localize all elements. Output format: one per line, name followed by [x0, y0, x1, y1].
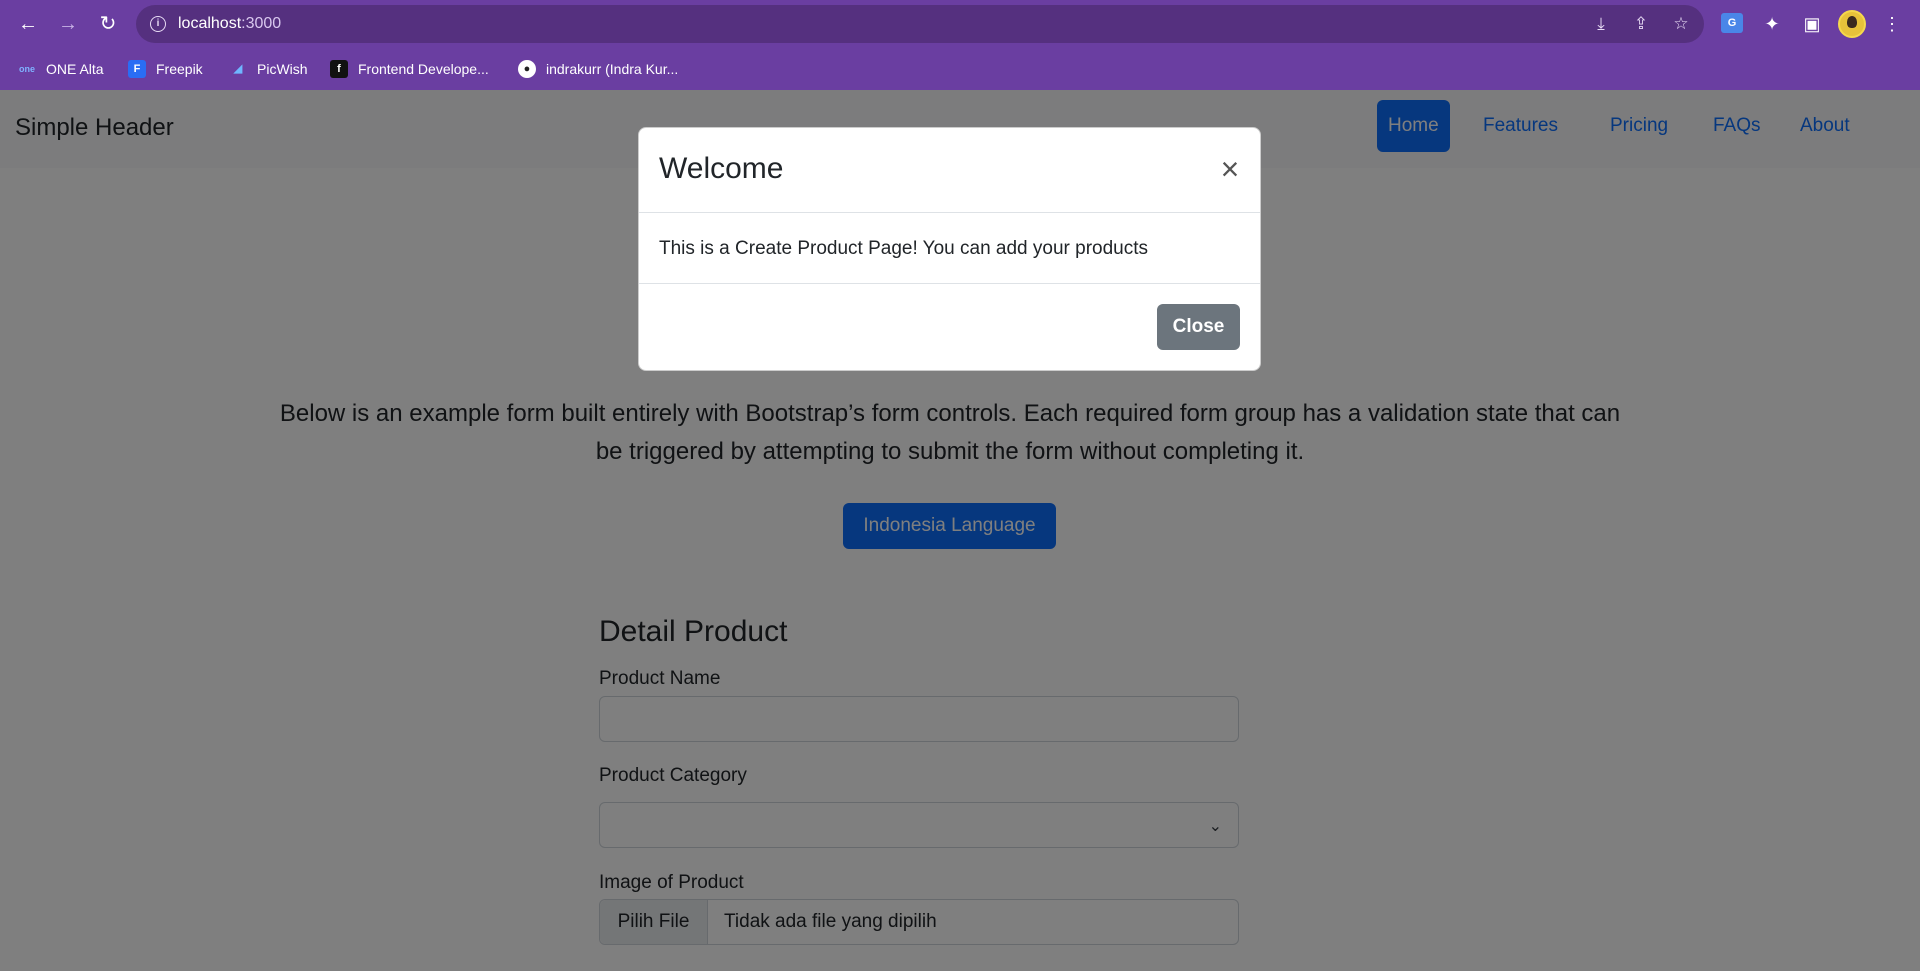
bookmark-frontend[interactable]: f Frontend Develope... [330, 58, 489, 80]
modal-title: Welcome [659, 152, 784, 185]
close-button[interactable]: Close [1157, 304, 1240, 350]
extensions-icon[interactable]: ✦ [1760, 12, 1784, 36]
bookmark-picwish[interactable]: ◢ PicWish [229, 58, 308, 80]
modal-header: Welcome × [639, 128, 1260, 213]
profile-avatar[interactable] [1838, 10, 1866, 38]
browser-chrome: ← → ↻ i localhost:3000 ⤓ ⇪ ☆ G ✦ ▣ ⋮ one… [0, 0, 1920, 90]
bookmark-star-icon[interactable]: ☆ [1670, 13, 1692, 35]
share-icon[interactable]: ⇪ [1630, 13, 1652, 35]
forward-icon[interactable]: → [54, 10, 82, 38]
github-icon: ● [518, 60, 536, 78]
reload-icon[interactable]: ↻ [94, 10, 122, 38]
modal-body-text: This is a Create Product Page! You can a… [659, 238, 1149, 259]
site-info-icon[interactable]: i [150, 16, 166, 32]
menu-kebab-icon[interactable]: ⋮ [1880, 12, 1904, 36]
bookmark-one-alta[interactable]: one ONE Alta [18, 58, 104, 80]
google-translate-icon[interactable]: G [1721, 13, 1743, 33]
bookmark-github[interactable]: ● indrakurr (Indra Kur... [518, 58, 678, 80]
url-text[interactable]: localhost:3000 [178, 15, 281, 33]
modal-footer: Close [639, 283, 1260, 371]
welcome-modal: Welcome × This is a Create Product Page!… [638, 127, 1261, 371]
close-icon[interactable]: × [1216, 153, 1244, 185]
side-panel-icon[interactable]: ▣ [1800, 12, 1824, 36]
browser-toolbar: ← → ↻ i localhost:3000 ⤓ ⇪ ☆ G ✦ ▣ ⋮ [0, 0, 1920, 48]
one-alta-icon: one [18, 64, 35, 74]
picwish-icon: ◢ [233, 63, 243, 75]
back-icon[interactable]: ← [14, 10, 42, 38]
frontend-icon: f [330, 60, 348, 78]
freepik-icon: F [128, 60, 146, 78]
page-content: Simple Header Home Features Pricing FAQs… [0, 90, 1920, 971]
bookmarks-bar: one ONE Alta F Freepik ◢ PicWish f Front… [0, 52, 1920, 84]
address-bar[interactable]: i localhost:3000 ⤓ ⇪ ☆ [136, 5, 1704, 43]
install-app-icon[interactable]: ⤓ [1590, 13, 1612, 35]
bookmark-freepik[interactable]: F Freepik [128, 58, 203, 80]
